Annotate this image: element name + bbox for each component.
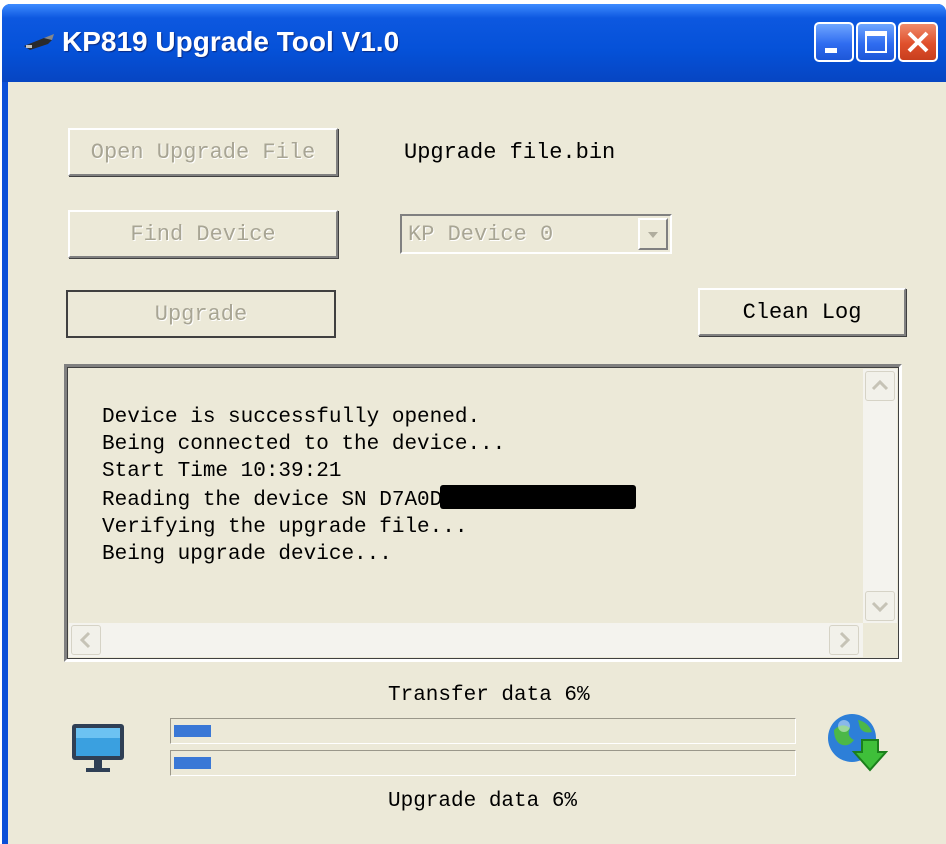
client-area: Open Upgrade File Upgrade file.bin Find … [8, 82, 946, 844]
maximize-icon [865, 31, 887, 53]
log-line-sn-text: Reading the device SN D7A0D [102, 489, 443, 512]
log-line: Start Time 10:39:21 [102, 460, 342, 483]
chevron-left-icon [79, 631, 91, 649]
monitor-icon [72, 724, 124, 772]
file-name-label: Upgrade file.bin [404, 140, 616, 165]
vertical-scrollbar[interactable] [863, 369, 897, 623]
scroll-up-button[interactable] [865, 371, 895, 401]
chevron-up-icon [871, 379, 889, 391]
open-upgrade-file-button[interactable]: Open Upgrade File [68, 128, 338, 176]
globe-download-icon [828, 714, 888, 772]
close-button[interactable] [898, 22, 938, 62]
minimize-button[interactable] [814, 22, 854, 62]
scrollbar-corner [863, 623, 897, 657]
window-title: KP819 Upgrade Tool V1.0 [62, 26, 400, 57]
title-bar[interactable]: KP819 Upgrade Tool V1.0 [2, 4, 946, 82]
log-line: Being connected to the device... [102, 433, 506, 456]
log-lines: Device is successfully opened. Being con… [102, 404, 637, 568]
redaction-bar [440, 485, 637, 509]
app-window: KP819 Upgrade Tool V1.0 Open Upgrade Fil… [2, 4, 946, 844]
scroll-down-button[interactable] [865, 591, 895, 621]
log-line: Verifying the upgrade file... [102, 516, 468, 539]
upgrade-progress-fill [174, 757, 212, 769]
find-device-button[interactable]: Find Device [68, 210, 338, 258]
transfer-status-label: Transfer data 6% [388, 684, 590, 707]
scroll-left-button[interactable] [71, 625, 101, 655]
log-box[interactable]: Device is successfully opened. Being con… [64, 364, 902, 662]
app-icon [24, 34, 54, 50]
device-select-value: KP Device 0 [408, 222, 554, 247]
maximize-button[interactable] [856, 22, 896, 62]
device-select[interactable]: KP Device 0 [400, 214, 672, 254]
horizontal-scrollbar[interactable] [69, 623, 863, 657]
log-line-sn: Reading the device SN D7A0D [102, 485, 637, 514]
close-icon [907, 31, 929, 53]
transfer-progress-fill [174, 725, 212, 737]
log-line: Being upgrade device... [102, 543, 392, 566]
upgrade-status-label: Upgrade data 6% [388, 790, 578, 813]
chevron-right-icon [839, 631, 851, 649]
transfer-progress-bar [170, 718, 796, 744]
scroll-right-button[interactable] [829, 625, 859, 655]
upgrade-progress-bar [170, 750, 796, 776]
chevron-down-icon [648, 232, 658, 238]
upgrade-button[interactable]: Upgrade [66, 290, 336, 338]
dropdown-button[interactable] [638, 218, 668, 250]
clean-log-button[interactable]: Clean Log [698, 288, 906, 336]
minimize-icon [825, 48, 837, 53]
log-line: Device is successfully opened. [102, 406, 481, 429]
chevron-down-icon [871, 601, 889, 613]
